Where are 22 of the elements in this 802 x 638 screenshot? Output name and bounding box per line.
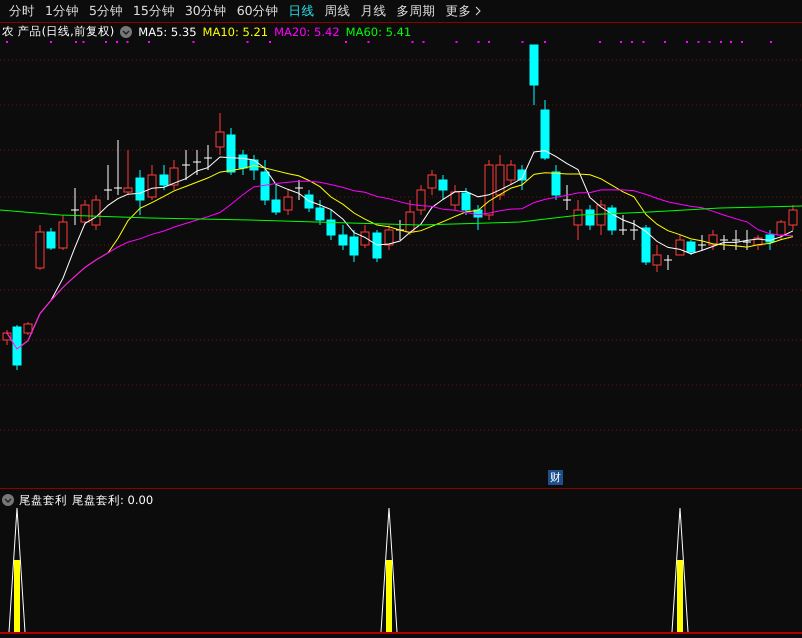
indicator-reading: 尾盘套利: 0.00 (72, 492, 154, 508)
finance-event-marker[interactable]: 财 (548, 470, 563, 485)
moving-average-label: MA60: 5.41 (346, 24, 412, 38)
period-tab[interactable]: 60分钟 (232, 2, 284, 20)
collapse-icon[interactable] (120, 26, 132, 38)
period-tab[interactable]: 周线 (320, 2, 356, 20)
collapse-icon[interactable] (2, 494, 14, 506)
period-tab[interactable]: 多周期 (392, 2, 441, 20)
period-tab[interactable]: 1分钟 (40, 2, 84, 20)
indicator-name: 尾盘套利 (19, 492, 67, 508)
moving-average-label: MA5: 5.35 (138, 24, 197, 38)
period-tab[interactable]: 30分钟 (180, 2, 232, 20)
moving-average-label: MA20: 5.42 (274, 24, 340, 38)
period-tab[interactable]: 日线 (284, 2, 320, 20)
period-tab[interactable]: 15分钟 (128, 2, 180, 20)
period-tab[interactable]: 分时 (4, 2, 40, 20)
period-tab[interactable]: 5分钟 (84, 2, 128, 20)
chart-title: 农 产品(日线,前复权) (2, 24, 114, 39)
chevron-right-icon (474, 6, 481, 16)
period-tab[interactable]: 更多 (440, 2, 486, 20)
moving-average-label: MA10: 5.21 (202, 24, 268, 38)
period-tab[interactable]: 月线 (356, 2, 392, 20)
